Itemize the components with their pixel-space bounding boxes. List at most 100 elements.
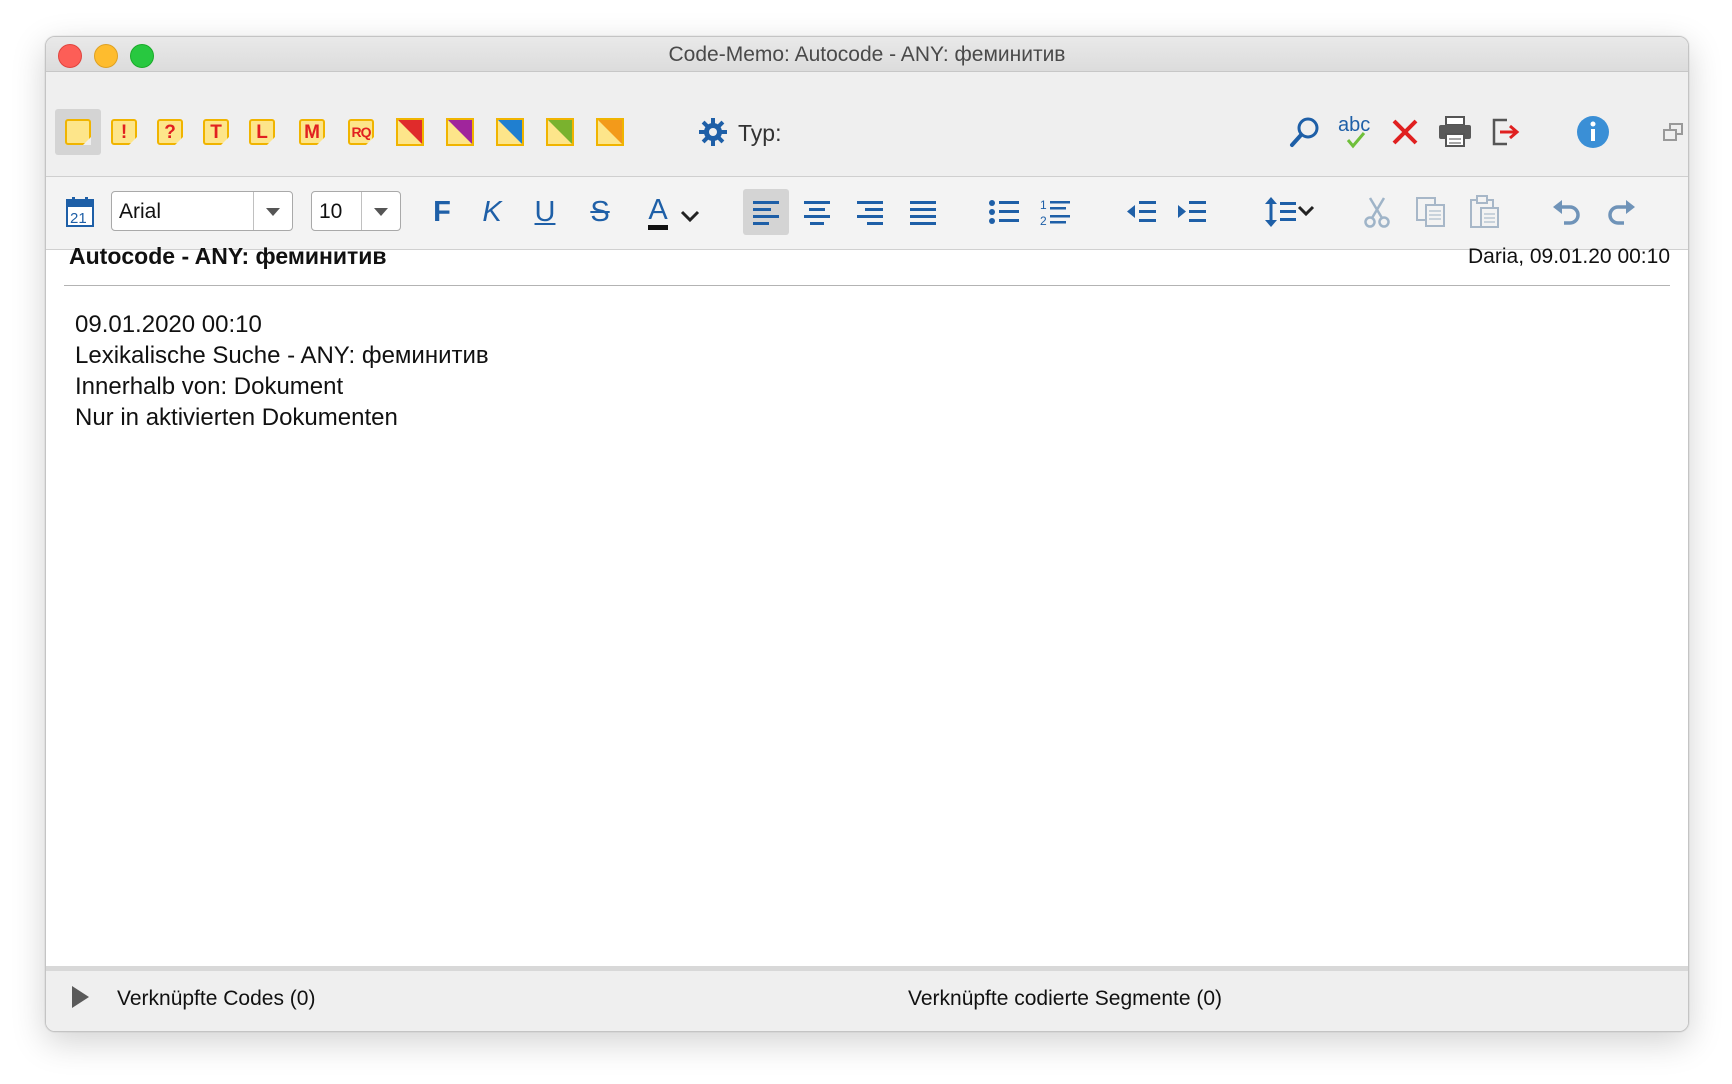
paste-icon (1470, 195, 1499, 228)
detach-window-button[interactable] (1650, 109, 1688, 155)
strikethrough-button[interactable]: S (577, 189, 623, 235)
memo-type-l-button[interactable]: L (239, 109, 285, 155)
linked-codes-label[interactable]: Verknüpfte Codes (0) (117, 987, 315, 1011)
memo-author-date: Daria, 09.01.20 00:10 (1468, 245, 1670, 268)
decrease-indent-button[interactable] (1118, 189, 1164, 235)
text-color-icon: A (648, 195, 668, 230)
spellcheck-button[interactable]: abc (1332, 109, 1378, 155)
align-right-icon (857, 201, 883, 225)
memo-green-icon (546, 118, 574, 146)
memo-blue-icon (496, 118, 524, 146)
bold-button[interactable]: F (419, 189, 465, 235)
info-icon (1577, 116, 1609, 148)
indent-icon (1178, 201, 1206, 222)
memo-text-editor[interactable]: 09.01.2020 00:10 Lexikalische Suche - AN… (75, 309, 489, 433)
header-divider (64, 285, 1670, 286)
memo-type-exclamation-button[interactable]: ! (101, 109, 147, 155)
bold-icon: F (433, 195, 451, 228)
linked-items-footer: Verknüpfte Codes (0) Verknüpfte codierte… (46, 966, 1688, 1031)
memo-orange-icon (596, 118, 624, 146)
font-size-value: 10 (319, 200, 343, 223)
memo-type-purple-button[interactable] (437, 109, 483, 155)
align-center-icon (804, 201, 830, 225)
paste-button[interactable] (1462, 189, 1508, 235)
memo-question-icon: ? (157, 119, 183, 145)
printer-icon (1439, 116, 1471, 147)
insert-date-button[interactable]: 21 (57, 189, 103, 235)
outdent-icon (1127, 201, 1156, 222)
memo-type-t-button[interactable]: T (193, 109, 239, 155)
memo-type-m-button[interactable]: M (289, 109, 335, 155)
export-button[interactable] (1482, 109, 1528, 155)
export-icon (1492, 118, 1520, 146)
bullet-list-button[interactable] (981, 189, 1027, 235)
format-toolbar: 21 Arial 10 F K U S A 1 2 (46, 177, 1688, 250)
memo-purple-icon (446, 118, 474, 146)
redo-icon (1608, 200, 1635, 225)
svg-text:1: 1 (1040, 198, 1047, 212)
calendar-icon: 21 (66, 197, 94, 227)
memo-type-plain-button[interactable] (55, 109, 101, 155)
memo-red-icon (396, 118, 424, 146)
cut-button[interactable] (1354, 189, 1400, 235)
font-family-value: Arial (119, 200, 162, 223)
linked-segments-label[interactable]: Verknüpfte codierte Segmente (0) (908, 987, 1222, 1011)
memo-type-green-button[interactable] (537, 109, 583, 155)
expand-triangle-icon[interactable] (72, 986, 89, 1008)
svg-text:21: 21 (70, 210, 87, 227)
svg-text:2: 2 (1040, 214, 1047, 227)
memo-title: Autocode - ANY: феминитив (69, 243, 387, 269)
print-button[interactable] (1432, 109, 1478, 155)
align-center-button[interactable] (794, 189, 840, 235)
font-size-select[interactable]: 10 (311, 191, 401, 231)
underline-icon: U (534, 195, 556, 228)
justify-button[interactable] (900, 189, 946, 235)
copy-button[interactable] (1408, 189, 1454, 235)
bullet-list-icon (989, 200, 1019, 224)
restore-window-icon (1663, 123, 1683, 141)
memo-type-settings-button[interactable] (690, 109, 736, 155)
font-family-select[interactable]: Arial (111, 191, 293, 231)
title-bar[interactable]: Code-Memo: Autocode - ANY: феминитив (46, 37, 1688, 72)
memo-l-icon: L (249, 119, 275, 145)
line-spacing-button[interactable] (1256, 189, 1324, 235)
copy-icon (1416, 197, 1445, 227)
svg-text:abc: abc (1338, 114, 1370, 136)
align-right-button[interactable] (847, 189, 893, 235)
memo-type-red-button[interactable] (387, 109, 433, 155)
chevron-down-icon (680, 210, 699, 223)
info-button[interactable] (1570, 109, 1616, 155)
memo-line: 09.01.2020 00:10 (75, 311, 262, 338)
undo-icon (1553, 200, 1580, 225)
memo-type-blue-button[interactable] (487, 109, 533, 155)
memo-type-rq-button[interactable]: RQ (338, 109, 384, 155)
undo-button[interactable] (1544, 189, 1590, 235)
increase-indent-button[interactable] (1168, 189, 1214, 235)
memo-line: Lexikalische Suche - ANY: феминитив (75, 342, 489, 369)
memo-type-question-button[interactable]: ? (147, 109, 193, 155)
spellcheck-icon: abc (1338, 114, 1370, 149)
line-spacing-icon (1265, 197, 1315, 227)
gear-icon (699, 118, 727, 146)
align-left-icon (753, 201, 779, 225)
italic-button[interactable]: K (469, 189, 515, 235)
memo-type-orange-button[interactable] (587, 109, 633, 155)
memo-line: Nur in aktivierten Dokumenten (75, 404, 398, 431)
memo-exclamation-icon: ! (111, 119, 137, 145)
delete-x-icon (1392, 119, 1418, 145)
numbered-list-button[interactable]: 1 2 (1032, 189, 1078, 235)
memo-t-icon: T (203, 119, 229, 145)
memo-line: Innerhalb von: Dokument (75, 373, 344, 400)
search-icon (1290, 117, 1319, 147)
strikethrough-icon: S (590, 195, 610, 228)
redo-button[interactable] (1598, 189, 1644, 235)
memo-window: Code-Memo: Autocode - ANY: феминитив ! ?… (45, 36, 1689, 1032)
align-left-button[interactable] (743, 189, 789, 235)
search-button[interactable] (1282, 109, 1328, 155)
underline-button[interactable]: U (522, 189, 568, 235)
memo-m-icon: M (299, 119, 325, 145)
typ-label: Typ: (738, 120, 782, 146)
memo-type-toolbar: ! ? T L M RQ Typ: abc (46, 72, 1688, 177)
text-color-button[interactable]: A (637, 189, 711, 235)
delete-memo-button[interactable] (1382, 109, 1428, 155)
